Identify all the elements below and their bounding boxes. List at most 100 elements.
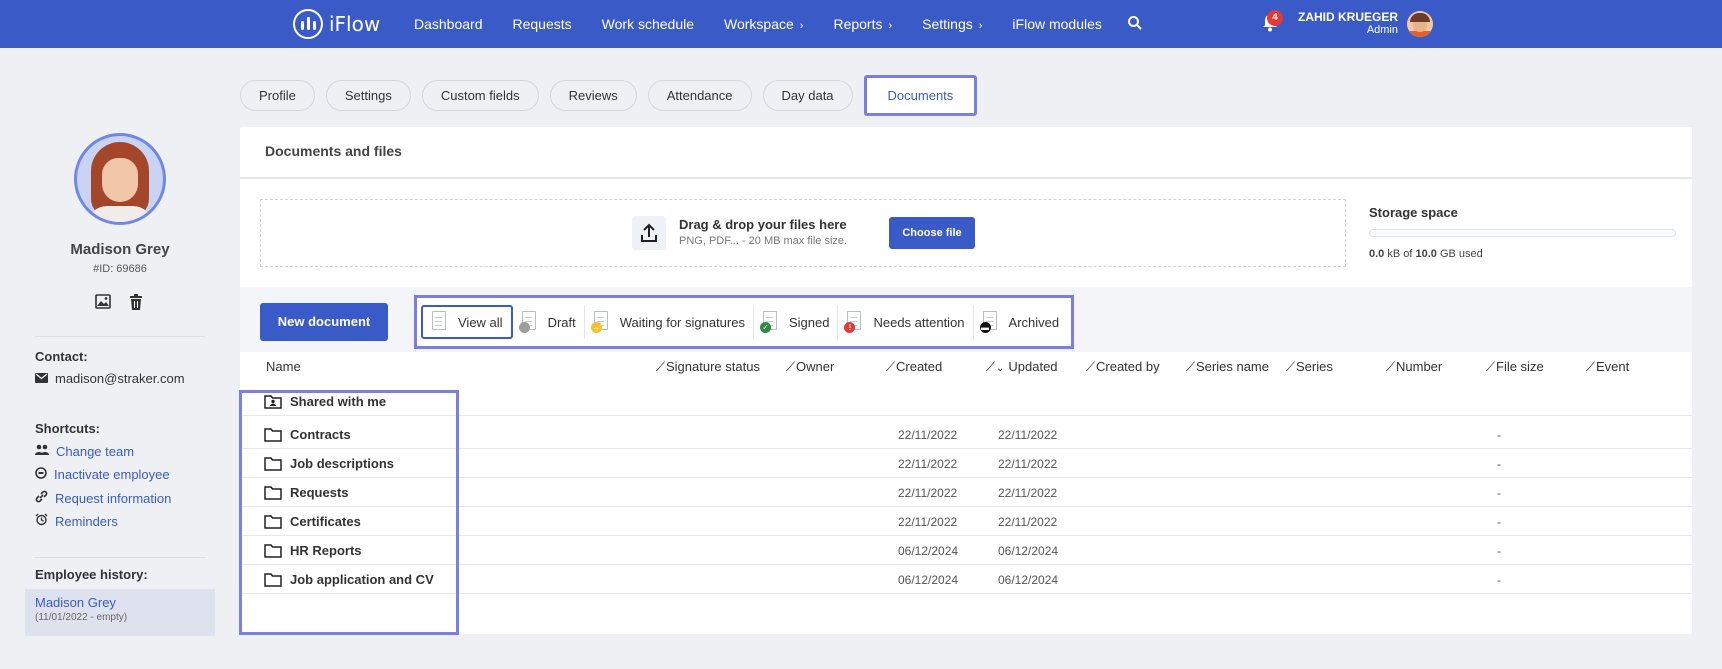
column-header-name[interactable]: Name (266, 359, 301, 374)
storage-space: Storage space 0.0 kB of 10.0 GB used (1369, 205, 1676, 260)
nav-item-label: iFlow modules (1012, 16, 1102, 32)
column-resize-handle[interactable]: ⟋ (1586, 359, 1595, 375)
contact-email[interactable]: madison@straker.com (35, 371, 185, 386)
new-document-button[interactable]: New document (260, 303, 388, 341)
search-icon[interactable] (1127, 15, 1143, 34)
app-logo[interactable]: iFlow (293, 9, 380, 39)
tab-custom-fields[interactable]: Custom fields (421, 80, 539, 111)
nav-item-requests[interactable]: Requests (513, 16, 572, 32)
updated-date: 22/11/2022 (998, 457, 1058, 471)
column-header-owner[interactable]: Owner (796, 359, 834, 374)
chevron-right-icon: › (978, 20, 983, 32)
table-row[interactable]: Requests 22/11/2022 22/11/2022 - (240, 478, 1692, 507)
file-size: - (1497, 544, 1501, 558)
shortcuts-title: Shortcuts: (35, 421, 100, 436)
storage-progress-bar (1369, 229, 1676, 237)
tab-day-data[interactable]: Day data (762, 80, 853, 111)
filter-needs-attention[interactable]: ! Needs attention (838, 305, 974, 339)
column-header-updated[interactable]: ⌄ Updated (996, 359, 1058, 374)
folder-name[interactable]: Job descriptions (290, 456, 394, 471)
upload-icon (632, 216, 666, 250)
filter-draft[interactable]: Draft (513, 305, 585, 339)
tab-documents[interactable]: Documents (863, 75, 978, 116)
tab-settings[interactable]: Settings (325, 80, 411, 111)
dropzone-hint: PNG, PDF... - 20 MB max file size. (679, 235, 848, 247)
tab-attendance[interactable]: Attendance (647, 80, 752, 111)
shortcut-request-information[interactable]: Request information (35, 490, 171, 506)
nav-item-reports[interactable]: Reports › (833, 16, 892, 32)
main-nav: Dashboard Requests Work schedule Workspace ›… (414, 16, 1132, 32)
column-header-label: Created (896, 359, 943, 374)
created-date: 22/11/2022 (898, 486, 958, 500)
shortcut-change-team[interactable]: Change team (35, 444, 134, 459)
column-header-number[interactable]: Number (1396, 359, 1442, 374)
column-header-created-by[interactable]: Created by (1096, 359, 1160, 374)
column-resize-handle[interactable]: ⟋ (986, 359, 995, 375)
link-icon (35, 490, 48, 506)
column-resize-handle[interactable]: ⟋ (786, 359, 795, 375)
nav-item-work-schedule[interactable]: Work schedule (602, 16, 694, 32)
column-header-series[interactable]: Series (1296, 359, 1333, 374)
contact-title: Contact: (35, 349, 88, 364)
folder-name[interactable]: Contracts (290, 427, 351, 442)
filter-label: Needs attention (873, 314, 965, 330)
column-resize-handle[interactable]: ⟋ (1486, 359, 1495, 375)
file-size: - (1497, 486, 1501, 500)
file-size: - (1497, 428, 1501, 442)
column-header-event[interactable]: Event (1596, 359, 1629, 374)
nav-item-workspace[interactable]: Workspace › (724, 16, 803, 32)
folder-name[interactable]: Shared with me (290, 394, 386, 409)
user-avatar[interactable] (1407, 11, 1433, 37)
filter-view-all[interactable]: View all (421, 305, 513, 339)
email-text: madison@straker.com (55, 371, 185, 386)
document-icon (518, 311, 538, 333)
shortcut-inactivate-employee[interactable]: Inactivate employee (35, 467, 170, 482)
column-resize-handle[interactable]: ⟋ (656, 359, 665, 375)
tab-reviews[interactable]: Reviews (549, 80, 637, 111)
column-resize-handle[interactable]: ⟋ (1286, 359, 1295, 375)
column-header-series-name[interactable]: Series name (1196, 359, 1269, 374)
shortcut-label: Request information (55, 490, 172, 506)
history-entry[interactable]: Madison Grey (11/01/2022 - empty) (25, 589, 215, 636)
folder-name[interactable]: Certificates (290, 514, 361, 529)
sort-desc-icon: ⌄ (996, 363, 1005, 374)
table-row[interactable]: Contracts 22/11/2022 22/11/2022 - (240, 420, 1692, 449)
column-resize-handle[interactable]: ⟋ (886, 359, 895, 375)
table-row[interactable]: Shared with me (240, 387, 1692, 416)
nav-item-dashboard[interactable]: Dashboard (414, 16, 483, 32)
change-photo-icon[interactable] (95, 294, 111, 313)
shortcut-label: Inactivate employee (54, 467, 170, 482)
filter-archived[interactable]: ▬ Archived (974, 305, 1068, 339)
current-user[interactable]: ZAHID KRUEGER Admin (1298, 10, 1398, 36)
column-header-file-size[interactable]: File size (1496, 359, 1544, 374)
column-header-signature-status[interactable]: Signature status (666, 359, 760, 374)
folder-name[interactable]: HR Reports (290, 543, 362, 558)
tab-profile[interactable]: Profile (240, 80, 315, 111)
folder-name[interactable]: Requests (290, 485, 349, 500)
table-row[interactable]: Job descriptions 22/11/2022 22/11/2022 - (240, 449, 1692, 478)
nav-item-label: Reports (833, 16, 883, 32)
file-dropzone[interactable]: Drag & drop your files here PNG, PDF... … (260, 199, 1346, 267)
column-header-created[interactable]: Created (896, 359, 942, 374)
folder-name[interactable]: Job application and CV (290, 572, 434, 587)
filter-signed[interactable]: ✓ Signed (754, 305, 839, 339)
history-entry-name: Madison Grey (35, 595, 116, 610)
filter-waiting-for-signatures[interactable]: → Waiting for signatures (585, 305, 754, 339)
column-resize-handle[interactable]: ⟋ (1186, 359, 1195, 375)
shortcut-reminders[interactable]: Reminders (35, 513, 118, 529)
folder-icon (264, 543, 282, 561)
table-row[interactable]: Job application and CV 06/12/2024 06/12/20… (240, 565, 1692, 594)
choose-file-button[interactable]: Choose file (889, 217, 975, 249)
column-resize-handle[interactable]: ⟋ (1086, 359, 1095, 375)
document-icon: ✓ (759, 311, 779, 333)
storage-used-tail: GB used (1436, 248, 1483, 260)
card-separator (240, 177, 1692, 179)
nav-item-iflow-modules[interactable]: iFlow modules (1012, 16, 1101, 32)
table-row[interactable]: HR Reports 06/12/2024 06/12/2024 - (240, 536, 1692, 565)
column-resize-handle[interactable]: ⟋ (1386, 359, 1395, 375)
table-row[interactable]: Certificates 22/11/2022 22/11/2022 - (240, 507, 1692, 536)
employee-id: #ID: 69686 (93, 263, 147, 275)
storage-used-mid: kB of (1384, 248, 1416, 260)
delete-photo-icon[interactable] (129, 294, 143, 313)
nav-item-settings[interactable]: Settings › (922, 16, 982, 32)
